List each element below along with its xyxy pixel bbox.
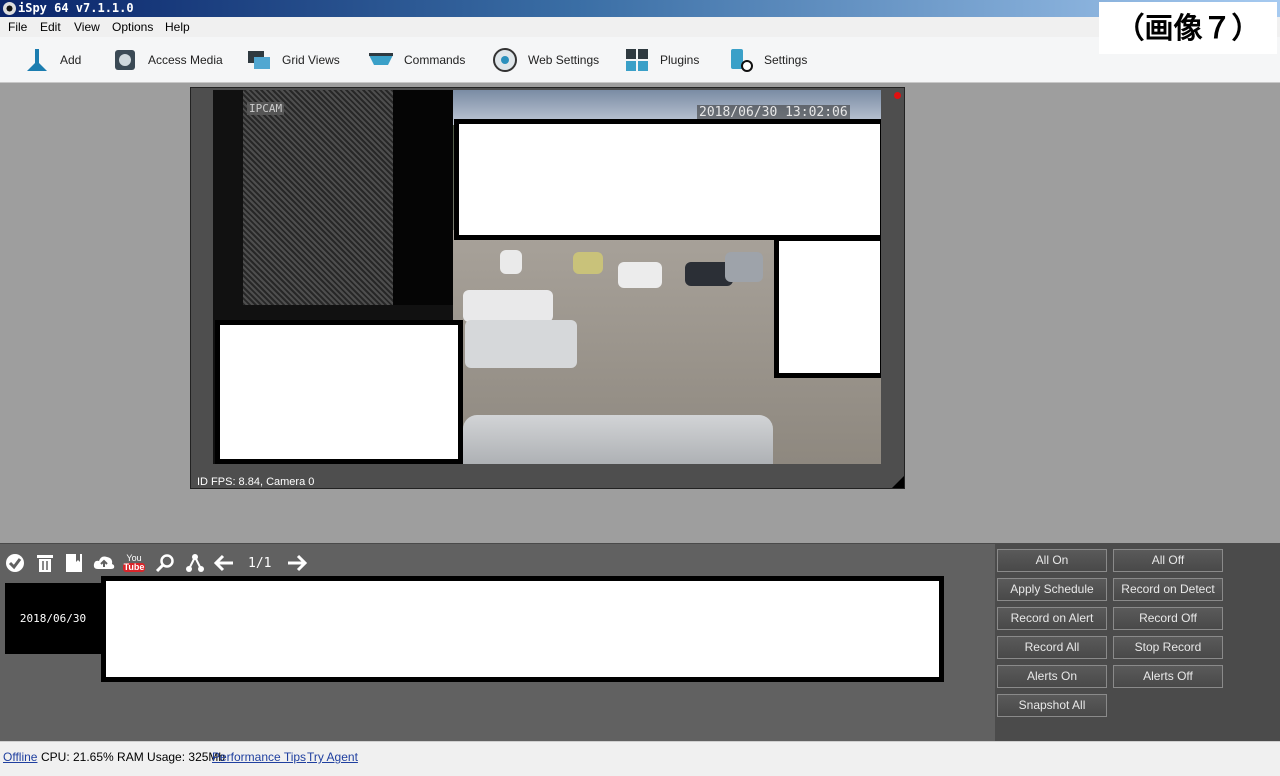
- youtube-icon[interactable]: You Tube: [122, 552, 146, 574]
- camera-control-panel: All On All Off Apply Schedule Record on …: [995, 543, 1280, 741]
- settings-icon: [728, 47, 754, 73]
- scene-van: [463, 415, 773, 464]
- media-panel: You Tube 1/1 2018/06/30: [0, 543, 995, 741]
- menu-file[interactable]: File: [8, 17, 27, 37]
- scene-car: [500, 250, 522, 274]
- share-icon[interactable]: [184, 552, 206, 574]
- snapshot-all-button[interactable]: Snapshot All: [997, 694, 1107, 717]
- alerts-on-button[interactable]: Alerts On: [997, 665, 1107, 688]
- scene-car: [618, 262, 662, 288]
- page-counter: 1/1: [248, 556, 272, 571]
- menu-view[interactable]: View: [74, 17, 100, 37]
- menu-help[interactable]: Help: [165, 17, 190, 37]
- add-icon: [24, 47, 50, 73]
- app-logo-icon: [3, 2, 16, 15]
- menu-edit[interactable]: Edit: [40, 17, 61, 37]
- redaction-box: [454, 119, 881, 240]
- scene-car: [573, 252, 603, 274]
- window-title: iSpy 64 v7.1.1.0: [18, 1, 134, 15]
- image-caption-overlay: （画像７）: [1099, 2, 1277, 54]
- plugins-button[interactable]: Plugins: [624, 43, 699, 77]
- settings-button[interactable]: Settings: [728, 43, 807, 77]
- plugins-icon: [624, 47, 650, 73]
- apply-schedule-button[interactable]: Apply Schedule: [997, 578, 1107, 601]
- arrow-left-icon[interactable]: [213, 552, 235, 574]
- redaction-box: [215, 320, 463, 464]
- access-media-button[interactable]: Access Media: [112, 43, 223, 77]
- all-off-button[interactable]: All Off: [1113, 549, 1223, 572]
- add-button[interactable]: Add: [24, 43, 81, 77]
- camera-status-text: ID FPS: 8.84, Camera 0: [197, 476, 315, 488]
- resize-grip-icon[interactable]: [892, 476, 904, 488]
- recording-indicator-icon: [894, 92, 901, 99]
- scene-car: [463, 290, 553, 322]
- commands-button[interactable]: Commands: [368, 43, 465, 77]
- redaction-box: [774, 236, 881, 378]
- performance-tips-link[interactable]: Performance Tips: [212, 750, 306, 764]
- offline-link[interactable]: Offline: [3, 750, 37, 764]
- scene-car: [465, 320, 577, 368]
- commands-icon: [368, 47, 394, 73]
- camera-window[interactable]: IPCAM 2018/06/30 13:02:06 ID FPS: 8.84, …: [190, 87, 905, 489]
- record-all-button[interactable]: Record All: [997, 636, 1107, 659]
- bookmark-icon[interactable]: [63, 552, 85, 574]
- web-settings-icon: [492, 47, 518, 73]
- osd-timestamp: 2018/06/30 13:02:06: [697, 105, 850, 120]
- scene-curtain: [243, 90, 393, 305]
- record-on-detect-button[interactable]: Record on Detect: [1113, 578, 1223, 601]
- scene-car: [725, 252, 763, 282]
- media-icon: [112, 47, 138, 73]
- media-date-group[interactable]: 2018/06/30: [5, 583, 101, 654]
- title-bar: iSpy 64 v7.1.1.0: [0, 0, 1280, 17]
- menu-options[interactable]: Options: [112, 17, 153, 37]
- grid-views-icon: [246, 47, 272, 73]
- cpu-ram-usage: CPU: 21.65% RAM Usage: 325Mb: [41, 750, 226, 764]
- alerts-off-button[interactable]: Alerts Off: [1113, 665, 1223, 688]
- upload-cloud-icon[interactable]: [93, 552, 115, 574]
- trash-icon[interactable]: [34, 552, 56, 574]
- osd-camera-tag: IPCAM: [247, 102, 285, 115]
- menu-bar: File Edit View Options Help: [0, 17, 1280, 37]
- record-off-button[interactable]: Record Off: [1113, 607, 1223, 630]
- web-settings-button[interactable]: Web Settings: [492, 43, 599, 77]
- grid-views-button[interactable]: Grid Views: [246, 43, 340, 77]
- check-icon[interactable]: [4, 552, 26, 574]
- scene-post: [393, 90, 453, 305]
- arrow-right-icon[interactable]: [286, 552, 308, 574]
- main-toolbar: Add Access Media Grid Views Commands Web…: [0, 37, 1280, 83]
- status-bar: Offline CPU: 21.65% RAM Usage: 325Mb Per…: [0, 741, 1280, 776]
- stop-record-button[interactable]: Stop Record: [1113, 636, 1223, 659]
- try-agent-link[interactable]: Try Agent: [307, 750, 358, 764]
- record-on-alert-button[interactable]: Record on Alert: [997, 607, 1107, 630]
- media-thumbnail-strip[interactable]: [101, 576, 944, 682]
- all-on-button[interactable]: All On: [997, 549, 1107, 572]
- camera-feed[interactable]: IPCAM 2018/06/30 13:02:06: [213, 90, 881, 464]
- search-icon[interactable]: [154, 552, 176, 574]
